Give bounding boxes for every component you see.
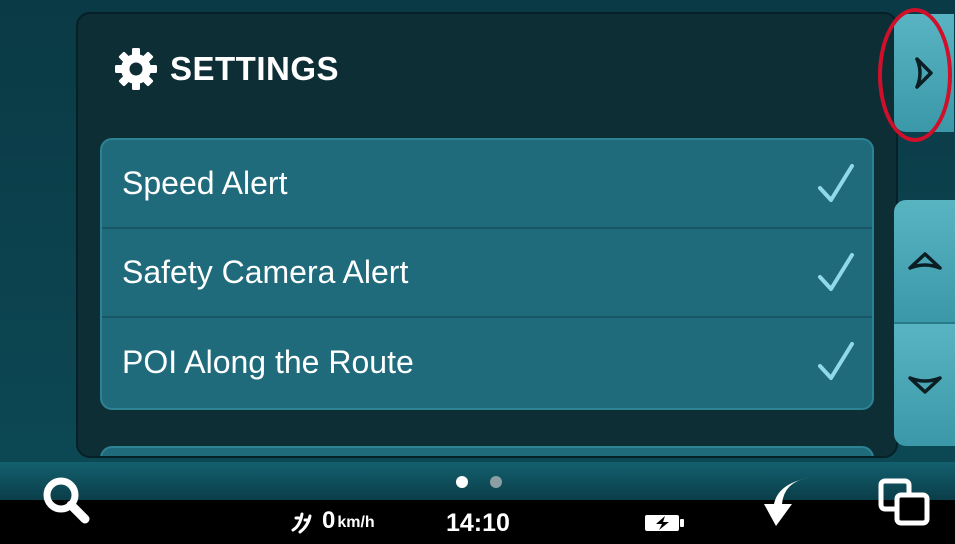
chevron-down-icon: [907, 376, 942, 394]
settings-item-safety-camera-alert[interactable]: Safety Camera Alert: [102, 229, 872, 318]
speed-icon: [291, 512, 312, 534]
panel-header: SETTINGS: [112, 44, 339, 94]
settings-item-label: Speed Alert: [122, 165, 288, 201]
check-icon: [818, 253, 854, 291]
back-arrow-icon[interactable]: [762, 474, 814, 530]
settings-item-label: Safety Camera Alert: [122, 254, 409, 290]
page-indicator: [456, 476, 502, 488]
settings-item-speed-alert[interactable]: Speed Alert: [102, 140, 872, 229]
speed-value: 0: [322, 507, 336, 534]
clock: 14:10: [446, 509, 510, 537]
settings-item-label: POI Along the Route: [122, 344, 414, 380]
gear-icon: [115, 48, 157, 90]
scroll-down-button[interactable]: [894, 324, 955, 446]
page-dot-active: [456, 476, 468, 488]
check-icon: [818, 342, 854, 380]
settings-list: Speed Alert Safety Camera Alert POI Alon…: [100, 138, 874, 410]
page-dot: [490, 476, 502, 488]
next-page-button[interactable]: [894, 14, 954, 132]
chevron-up-icon: [907, 252, 942, 270]
speed-display: 0 km/h: [290, 508, 375, 534]
next-settings-group[interactable]: [100, 446, 874, 456]
settings-panel: SETTINGS Speed Alert Safety Camera Alert…: [76, 12, 898, 458]
chevron-right-icon: [915, 57, 933, 89]
settings-item-poi-along-route[interactable]: POI Along the Route: [102, 318, 872, 407]
windows-icon[interactable]: [878, 478, 930, 526]
navigation-screen: SETTINGS Speed Alert Safety Camera Alert…: [0, 0, 955, 544]
search-icon[interactable]: [40, 474, 92, 526]
speed-unit: km/h: [337, 514, 375, 531]
battery-charging-icon: [645, 515, 684, 531]
page-title: SETTINGS: [170, 50, 340, 87]
check-icon: [818, 164, 854, 202]
scroll-up-button[interactable]: [894, 200, 955, 324]
